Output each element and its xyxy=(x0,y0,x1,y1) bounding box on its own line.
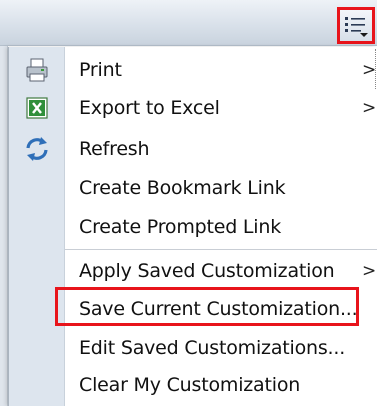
menu-item-label: Print xyxy=(79,59,122,81)
menu-item-label: Create Prompted Link xyxy=(79,216,282,238)
page-options-icon xyxy=(345,16,368,37)
menu-item-label: Refresh xyxy=(79,138,150,160)
dotted-focus-edge xyxy=(375,49,376,89)
toolbar xyxy=(0,0,377,46)
menu-item-label: Clear My Customization xyxy=(79,374,301,396)
menu-item-create-bookmark-link[interactable]: Create Bookmark Link xyxy=(9,169,377,207)
page-options-button[interactable] xyxy=(337,7,375,44)
menu-item-label: Export to Excel xyxy=(79,97,220,119)
menu-item-label: Create Bookmark Link xyxy=(79,177,286,199)
menu-item-create-prompted-link[interactable]: Create Prompted Link xyxy=(9,208,377,246)
menu-item-refresh[interactable]: Refresh xyxy=(9,130,377,168)
menu-separator xyxy=(65,249,377,250)
excel-icon xyxy=(26,97,48,119)
menu-item-label: Apply Saved Customization xyxy=(79,260,335,282)
menu-item-clear-my-customization[interactable]: Clear My Customization xyxy=(9,366,377,404)
menu-item-print[interactable]: Print > xyxy=(9,51,377,89)
left-panel-edge xyxy=(0,46,8,406)
refresh-icon xyxy=(26,137,48,161)
printer-icon xyxy=(26,58,48,82)
highlight-box xyxy=(55,287,359,326)
menu-item-export-to-excel[interactable]: Export to Excel > xyxy=(9,89,377,127)
menu-item-edit-saved-customizations[interactable]: Edit Saved Customizations... xyxy=(9,329,377,367)
page-options-menu: Print > Export to Excel > Refresh Create… xyxy=(8,47,377,406)
menu-item-apply-saved-customization[interactable]: Apply Saved Customization > xyxy=(9,252,377,290)
menu-item-label: Edit Saved Customizations... xyxy=(79,337,346,359)
submenu-arrow-icon: > xyxy=(362,98,377,118)
submenu-arrow-icon: > xyxy=(362,261,377,281)
